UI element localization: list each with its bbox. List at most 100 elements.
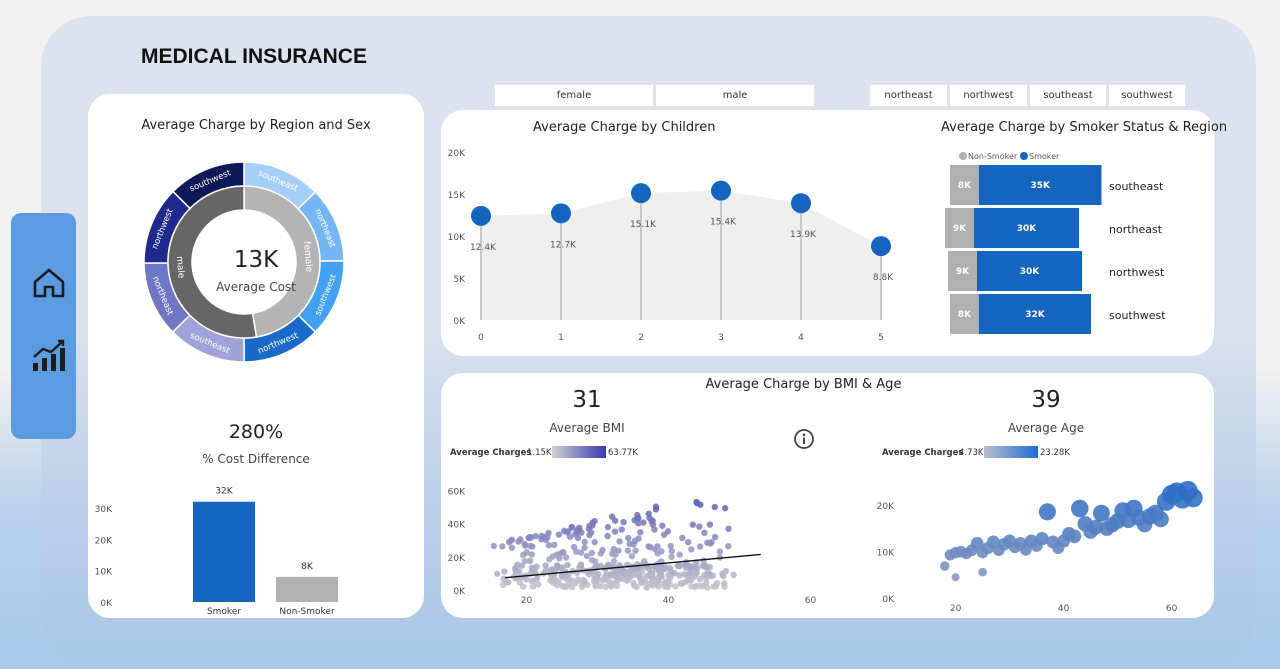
smoker-bar-Smoker[interactable]	[193, 501, 255, 602]
bmi-scatter-point	[608, 550, 616, 557]
bmi-scatter-chart[interactable]: Average Charges1.15K 63.77K 0K 20K 40K 60K 20 4…	[441, 441, 861, 616]
bmi-scatter-point	[560, 527, 568, 535]
bmi-scatter-point	[512, 565, 519, 572]
children-data-label: 15.1K	[630, 220, 657, 230]
age-scatter-point	[1071, 499, 1089, 518]
smoker-ytick: 30K	[95, 505, 113, 515]
children-point[interactable]	[471, 205, 491, 226]
slicer-region-northeast[interactable]: northeast	[869, 84, 948, 107]
age-scatter-point	[940, 561, 950, 571]
bmi-scatter-point	[544, 534, 551, 541]
smoker-ytick: 10K	[95, 568, 113, 578]
bmi-scatter-point	[677, 580, 685, 587]
bmi-scatter-point	[703, 579, 710, 586]
children-point[interactable]	[791, 193, 811, 214]
bmi-scatter-point	[528, 577, 535, 584]
bmi-scatter-point	[645, 510, 652, 517]
bmi-ytick: 20K	[448, 554, 466, 564]
bmi-scatter-point	[696, 543, 704, 550]
bmi-scatter-point	[680, 571, 688, 578]
bmi-scatter-point	[618, 565, 626, 572]
non-smoker-data-label: 8K	[958, 181, 972, 191]
children-point[interactable]	[631, 183, 651, 204]
smoker-bar-chart[interactable]: 0K 10K 20K 30K 32K Smoker 8K Non-Smoker	[88, 478, 424, 618]
smoker-ytick: 0K	[100, 599, 113, 609]
bmi-scatter-point	[597, 550, 605, 557]
bmi-scatter-point	[605, 578, 612, 585]
bmi-scatter-point	[590, 572, 598, 580]
age-scatter-chart[interactable]: Average Charges4.73K 23.28K 0K 10K 20K 20 40 60	[864, 441, 1214, 616]
bmi-scatter-point	[653, 565, 660, 572]
bmi-scatter-point	[520, 583, 527, 590]
bmi-scatter-point	[560, 549, 567, 556]
legend-non-smoker-label: Non-Smoker	[968, 152, 1018, 161]
smoker-data-label: 32K	[1025, 310, 1046, 320]
bmi-scatter-point	[688, 546, 695, 553]
slicer-sex-female[interactable]: female	[494, 84, 654, 107]
children-data-label: 13.9K	[790, 230, 817, 240]
bmi-scatter-point	[499, 543, 506, 550]
bmi-scatter-point	[654, 581, 661, 588]
children-point[interactable]	[711, 180, 731, 201]
bmi-scatter-point	[688, 583, 695, 590]
smoker-region-bar-chart[interactable]: Non-Smoker Smoker 8K 35K southeast 9K 30K north…	[921, 140, 1211, 350]
smoker-bar-Non-Smoker[interactable]	[276, 576, 338, 602]
bmi-scatter-point	[725, 543, 732, 550]
bmi-scatter-point	[545, 542, 553, 549]
smoker-data-label: 30K	[1017, 224, 1038, 234]
bmi-scatter-point	[639, 577, 646, 585]
bmi-scatter-point	[605, 561, 612, 568]
donut-center-label: Average Cost	[216, 280, 296, 294]
bmi-scatter-point	[591, 558, 599, 565]
bmi-scatter-point	[553, 581, 561, 589]
children-line-chart[interactable]: 0K 5K 10K 15K 20K 12.4K 0 12.7K 1 15.1K 2 15.4K 3 13.…	[441, 110, 911, 350]
bmi-scatter-point	[493, 570, 501, 577]
slicer-region-southeast[interactable]: southeast	[1029, 84, 1107, 107]
bmi-scatter-point	[645, 565, 652, 573]
children-ytick: 5K	[453, 275, 466, 285]
bmi-scatter-point	[610, 558, 618, 565]
bmi-scatter-point	[725, 525, 732, 533]
legend-non-smoker-dot	[959, 152, 967, 160]
nav-sidebar	[11, 213, 76, 439]
bmi-scatter-point	[647, 571, 654, 578]
bmi-scatter-point	[690, 564, 697, 571]
bmi-scatter-point	[623, 572, 631, 579]
bmi-scatter-point	[522, 542, 529, 549]
bmi-scatter-point	[612, 569, 619, 577]
bmi-legend-min: 1.15K	[527, 448, 552, 458]
bmi-scatter-point	[526, 533, 533, 541]
bmi-scatter-point	[632, 547, 639, 554]
home-icon[interactable]	[31, 265, 67, 301]
bmi-scatter-point	[623, 577, 631, 584]
non-smoker-data-label: 8K	[958, 310, 972, 320]
children-ytick: 20K	[448, 149, 466, 159]
age-ytick: 0K	[882, 595, 895, 605]
bmi-scatter-point	[613, 582, 621, 590]
bmi-scatter-point	[528, 551, 535, 558]
slicer-region-southwest[interactable]: southwest	[1108, 84, 1186, 107]
bmi-scatter-point	[566, 533, 574, 540]
children-point[interactable]	[871, 236, 891, 257]
slicer-sex-male[interactable]: male	[655, 84, 815, 107]
smoker-bar-data-label: 32K	[215, 487, 233, 497]
children-point[interactable]	[551, 203, 571, 224]
children-xtick: 1	[558, 333, 564, 343]
bmi-ytick: 60K	[448, 487, 466, 497]
bmi-scatter-point	[588, 549, 596, 557]
bar-chart-icon[interactable]	[31, 337, 67, 373]
bmi-legend-title: Average Charges	[450, 448, 531, 458]
bmi-scatter-point	[696, 575, 704, 583]
bmi-scatter-point	[635, 520, 642, 527]
age-scatter-point	[1038, 503, 1056, 521]
bmi-scatter-point	[532, 532, 539, 540]
bmi-scatter-point	[501, 568, 508, 575]
region-label-southeast: southeast	[1109, 180, 1164, 193]
bmi-scatter-point	[667, 567, 674, 574]
region-label-northeast: northeast	[1109, 223, 1163, 236]
slicer-region-northwest[interactable]: northwest	[949, 84, 1028, 107]
bmi-scatter-point	[579, 580, 586, 587]
bmi-scatter-point	[701, 529, 708, 537]
children-xtick: 0	[478, 333, 484, 343]
bmi-scatter-point	[685, 577, 693, 584]
